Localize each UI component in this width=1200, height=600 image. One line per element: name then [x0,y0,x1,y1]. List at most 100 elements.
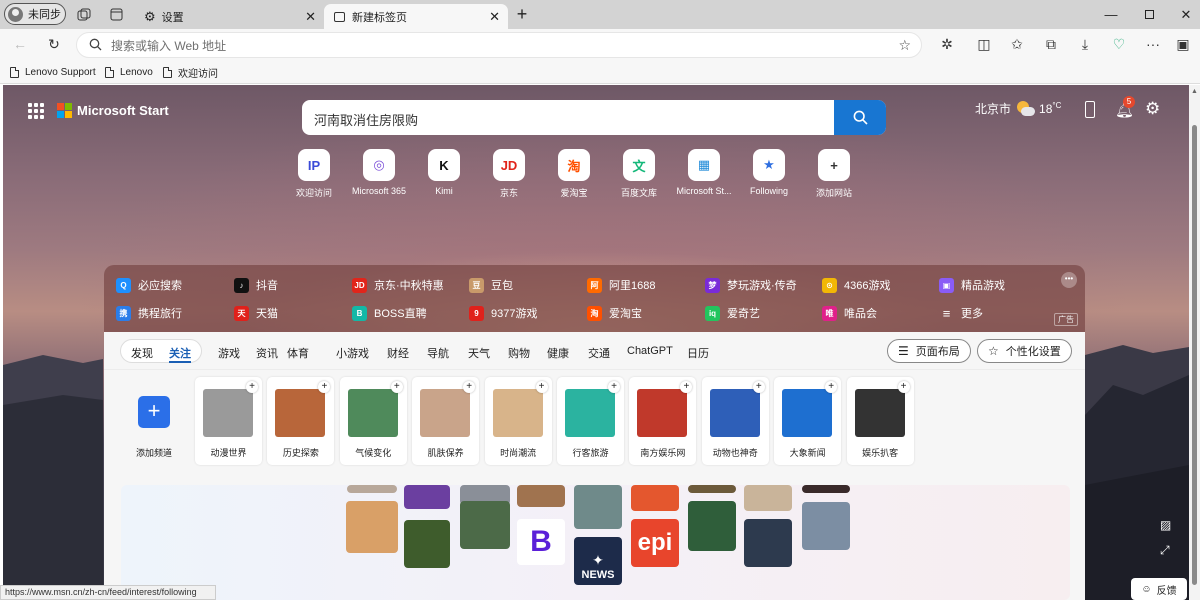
feedback-button[interactable]: ☺ 反馈 [1131,578,1187,600]
tab-actions-icon[interactable] [98,0,134,29]
app-launcher-icon[interactable] [28,103,44,119]
channel-card[interactable]: + 动物也神奇 [701,377,769,465]
follow-plus-icon[interactable]: + [318,381,331,393]
tab-settings[interactable]: ⚙ 设置 ✕ [138,4,322,29]
search-button[interactable] [834,100,886,135]
quicklink-2[interactable]: K Kimi [414,149,474,196]
channel-card[interactable]: + 肌肤保养 [412,377,480,465]
feed-nav-item[interactable]: 交通 [588,345,610,361]
follow-plus-icon[interactable]: + [825,381,838,393]
tab-following[interactable]: 关注 [169,345,191,363]
refresh-icon[interactable]: ↻ [40,29,68,59]
sponsored-link[interactable]: B BOSS直聘 [352,305,427,321]
mobile-app-icon[interactable] [1085,101,1095,118]
feed-nav-item[interactable]: 小游戏 [336,345,369,361]
sponsored-link[interactable]: ▣ 精品游戏 [939,277,1005,293]
favorite-welcome[interactable]: 欢迎访问 [163,63,218,81]
browser-essentials-icon[interactable]: ♡ [1105,29,1133,59]
follow-plus-icon[interactable]: + [752,381,765,393]
back-icon[interactable]: ← [6,29,34,59]
channel-card[interactable]: + 动漫世界 [195,377,262,465]
more-menu-icon[interactable]: ··· [1139,29,1167,59]
promo-banner[interactable]: B ✦ NEWS epi [121,485,1070,600]
page-layout-button[interactable]: ☰ 页面布局 [887,339,971,363]
maximize-icon[interactable] [1129,0,1169,29]
notifications-bell-icon[interactable]: 🔔︎ 5 [1115,96,1135,119]
scroll-up-arrow[interactable]: ▲ [1191,88,1198,95]
scrollbar-thumb[interactable] [1192,125,1197,585]
close-tab-icon[interactable]: ✕ [305,9,316,25]
sponsored-link[interactable]: 天天猫 [234,305,278,321]
expand-icon[interactable]: ⤢ [1160,543,1170,558]
profile-button[interactable]: 未同步 [4,3,66,25]
channel-card[interactable]: + 南方娱乐网 [629,377,697,465]
web-search-box[interactable]: 河南取消住房限购 [302,100,886,135]
sponsored-link[interactable]: 梦梦玩游戏·传奇 [705,277,797,293]
sponsored-link[interactable]: 携携程旅行 [116,305,182,321]
feed-nav-item[interactable]: 财经 [387,345,409,361]
sponsored-link[interactable]: 淘爱淘宝 [587,305,642,321]
close-window-icon[interactable]: ✕ [1166,0,1200,29]
minimize-icon[interactable]: — [1091,0,1131,29]
quicklink-5[interactable]: 文百度文库 [609,149,669,199]
quicklink-4[interactable]: 淘爱淘宝 [544,149,604,199]
feed-nav-item[interactable]: 体育 [287,345,309,361]
tab-new-tab[interactable]: 新建标签页 ✕ [324,4,508,29]
follow-plus-icon[interactable]: + [608,381,620,393]
feed-nav-item[interactable]: ChatGPT [627,345,673,357]
quicklink-6[interactable]: ▦ Microsoft St... [674,149,734,196]
feed-nav-item[interactable]: 资讯 [256,345,278,361]
add-channel-button[interactable]: + 添加频道 [120,377,188,465]
split-screen-icon[interactable]: ◫ [970,29,998,59]
channel-card[interactable]: + 行客旅游 [557,377,624,465]
weather-widget[interactable]: 北京市 18 °C [975,100,1061,117]
links-more-options-icon[interactable]: ••• [1061,272,1077,288]
sidebar-toggle-icon[interactable]: ▣ [1169,29,1197,59]
feed-nav-item[interactable]: 健康 [547,345,569,361]
favorite-lenovo-support[interactable]: Lenovo Support [10,63,96,81]
channel-card[interactable]: + 时尚潮流 [484,377,552,465]
sponsored-link[interactable]: iq 爱奇艺 [705,305,760,321]
sponsored-link[interactable]: Q 必应搜索 [116,277,182,293]
favorite-lenovo[interactable]: Lenovo [105,63,153,81]
quicklink-8[interactable]: + 添加网站 [804,149,864,199]
quicklink-7[interactable]: ★ Following [739,149,799,196]
feed-nav-item[interactable]: 导航 [427,345,449,361]
follow-plus-icon[interactable]: + [246,381,258,393]
follow-plus-icon[interactable]: + [463,381,476,393]
follow-plus-icon[interactable]: + [535,381,548,393]
sponsored-link[interactable]: JD 京东·中秋特惠 [352,277,444,293]
quicklink-1[interactable]: ◎ Microsoft 365 [349,149,409,196]
follow-plus-icon[interactable]: + [897,381,910,393]
channel-card[interactable]: + 历史探索 [267,377,335,465]
channel-card[interactable]: + 娱乐扒客 [846,377,914,465]
sponsored-link[interactable]: 唯唯品会 [822,305,877,321]
quicklink-0[interactable]: IP 欢迎访问 [284,149,344,199]
feed-nav-item[interactable]: 天气 [468,345,490,361]
feed-nav-item[interactable]: 游戏 [218,345,240,361]
workspaces-icon[interactable] [66,0,102,29]
tab-discover[interactable]: 发现 [131,345,153,361]
channel-card[interactable]: + 气候变化 [339,377,407,465]
feed-nav-item[interactable]: 日历 [687,345,709,361]
collections-icon[interactable]: ⧉ [1037,29,1065,59]
quicklink-3[interactable]: JD 京东 [479,149,539,199]
wallpaper-info-icon[interactable]: ▨ [1160,518,1171,532]
channel-card[interactable]: + 大象新闻 [774,377,842,465]
follow-plus-icon[interactable]: + [390,381,403,393]
microsoft-start-logo[interactable]: Microsoft Start [57,103,169,118]
page-settings-gear-icon[interactable]: ⚙ [1145,99,1160,119]
sponsored-link[interactable]: ≡ 更多 [939,305,983,321]
extensions-icon[interactable]: ✲ [933,29,961,59]
sponsored-link[interactable]: 9 9377游戏 [469,305,537,321]
sponsored-link[interactable]: ♪ 抖音 [234,277,278,293]
new-tab-plus-icon[interactable]: + [504,0,540,29]
address-bar[interactable]: 搜索或输入 Web 地址 ☆ [76,32,922,58]
downloads-icon[interactable]: ⤓ [1071,29,1099,59]
favorite-star-icon[interactable]: ☆ [898,37,911,54]
feed-nav-item[interactable]: 购物 [508,345,530,361]
sponsored-link[interactable]: 豆豆包 [469,277,513,293]
close-tab-icon[interactable]: ✕ [489,9,500,25]
sponsored-link[interactable]: 阿阿里1688 [587,277,655,293]
favorites-icon[interactable]: ✩ [1003,29,1031,59]
